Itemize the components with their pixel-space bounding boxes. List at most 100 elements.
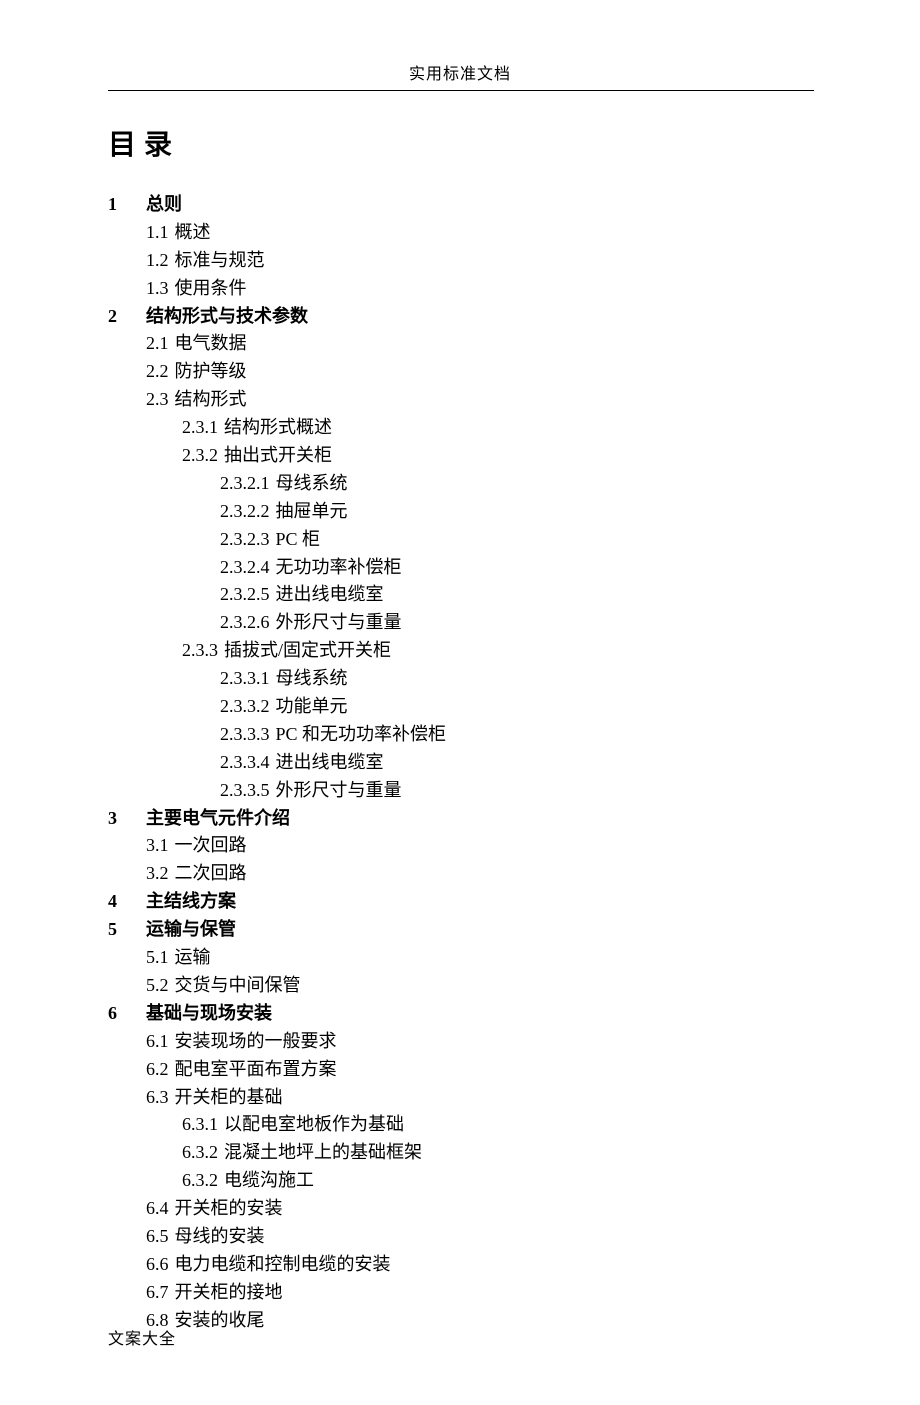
toc-text: 外形尺寸与重量 [276,612,402,632]
toc-entry: 6.3开关柜的基础 [146,1084,812,1112]
toc-text: PC 柜 [276,529,321,549]
toc-text: 标准与规范 [175,250,265,270]
toc-number: 3.2 [146,860,169,888]
toc-text: 开关柜的安装 [175,1198,283,1218]
toc-text: 抽出式开关柜 [224,445,332,465]
toc-number: 1.3 [146,275,169,303]
toc-entry: 2.3.2.4 无功功率补偿柜 [220,554,812,582]
toc-number: 2 [108,303,136,331]
toc-entry: 6 基础与现场安装 [108,1000,812,1028]
toc-number: 2.1 [146,330,169,358]
toc-number: 2.3.2.3 [220,526,270,554]
toc-entry: 6.2配电室平面布置方案 [146,1056,812,1084]
toc-entry: 6.5 母线的安装 [146,1223,812,1251]
toc-number: 6.3.2 [182,1139,218,1167]
toc-number: 6.3.1 [182,1111,218,1139]
toc-entry: 2.3.3.3PC 和无功功率补偿柜 [220,721,812,749]
toc-text: 基础与现场安装 [146,1003,272,1023]
toc-entry: 1 总则 [108,191,812,219]
toc-entry: 5运输与保管 [108,916,812,944]
toc-entry: 2.3.2抽出式开关柜 [182,442,812,470]
toc-text: 进出线电缆室 [276,584,384,604]
toc-text: 运输 [175,947,211,967]
toc-text: 结构形式与技术参数 [146,306,308,326]
toc-number: 3 [108,805,136,833]
toc-text: 总则 [146,194,182,214]
toc-text: 防护等级 [175,361,247,381]
toc-entry: 3主要电气元件介绍 [108,805,812,833]
content-area: 目录 1总则1.1概述1.2标准与规范1.3使用条件2结构形式与技术参数2.1电… [0,91,920,1335]
toc-entry: 2.3.3.1母线系统 [220,665,812,693]
toc-text: 使用条件 [175,278,247,298]
toc-entry: 2.3 结构形式 [146,386,812,414]
toc-text: 结构形式概述 [224,417,332,437]
toc-number: 2.2 [146,358,169,386]
toc-text: 抽屉单元 [276,501,348,521]
toc-text: 安装现场的一般要求 [175,1031,337,1051]
toc-text: 插拔式/固定式开关柜 [224,640,391,660]
toc-number: 1 [108,191,136,219]
page-header: 实用标准文档 [0,60,920,90]
toc-entry: 2.3.2.2 抽屉单元 [220,498,812,526]
toc-entry: 2.1 电气数据 [146,330,812,358]
toc-number: 2.3.2.6 [220,609,270,637]
toc-text: 运输与保管 [146,919,236,939]
toc-entry: 6.8安装的收尾 [146,1307,812,1335]
toc-entry: 2.2 防护等级 [146,358,812,386]
toc-text: 开关柜的接地 [175,1282,283,1302]
toc-entry: 2.3.3插拔式/固定式开关柜 [182,637,812,665]
toc-number: 2.3.2.2 [220,498,270,526]
toc-entry: 6.3.2 电缆沟施工 [182,1167,812,1195]
toc-number: 4 [108,888,136,916]
toc-text: 结构形式 [175,389,247,409]
toc-entry: 2.3.3.2 功能单元 [220,693,812,721]
toc-number: 2.3 [146,386,169,414]
toc-entry: 2.3.2.5 进出线电缆室 [220,581,812,609]
toc-entry: 6.7 开关柜的接地 [146,1279,812,1307]
toc-number: 1.2 [146,247,169,275]
toc-entry: 2.3.2.1母线系统 [220,470,812,498]
toc-text: 母线的安装 [175,1226,265,1246]
toc-entry: 2.3.1结构形式概述 [182,414,812,442]
toc-text: 外形尺寸与重量 [276,780,402,800]
toc-number: 6.6 [146,1251,169,1279]
toc-text: 安装的收尾 [175,1310,265,1330]
toc-text: 电缆沟施工 [224,1170,314,1190]
toc-entry: 2.3.3.5外形尺寸与重量 [220,777,812,805]
toc-number: 6.3.2 [182,1167,218,1195]
toc-text: 配电室平面布置方案 [175,1059,337,1079]
page: 实用标准文档 目录 1总则1.1概述1.2标准与规范1.3使用条件2结构形式与技… [0,0,920,1405]
toc-text: 功能单元 [276,696,348,716]
toc-text: 混凝土地坪上的基础框架 [224,1142,422,1162]
toc-number: 2.3.2.5 [220,581,270,609]
toc-text: 电气数据 [175,333,247,353]
toc-text: 以配电室地板作为基础 [224,1114,404,1134]
toc-number: 6.4 [146,1195,169,1223]
toc-entry: 5.2交货与中间保管 [146,972,812,1000]
toc-text: 概述 [175,222,211,242]
toc-text: 母线系统 [276,668,348,688]
toc-number: 3.1 [146,832,169,860]
toc-number: 2.3.2.4 [220,554,270,582]
toc-number: 5.1 [146,944,169,972]
toc-text: 电力电缆和控制电缆的安装 [175,1254,391,1274]
toc-text: 进出线电缆室 [276,752,384,772]
page-footer: 文案大全 [108,1325,176,1349]
toc-number: 6 [108,1000,136,1028]
toc-entry: 2.3.2.6 外形尺寸与重量 [220,609,812,637]
toc-entry: 2.3.3.4进出线电缆室 [220,749,812,777]
toc-entry: 3.2 二次回路 [146,860,812,888]
toc-text: 开关柜的基础 [175,1087,283,1107]
toc-number: 2.3.2.1 [220,470,270,498]
toc-number: 5.2 [146,972,169,1000]
toc-number: 6.7 [146,1279,169,1307]
toc-text: 无功功率补偿柜 [276,557,402,577]
toc-text: 二次回路 [175,863,247,883]
toc-number: 6.5 [146,1223,169,1251]
toc-entry: 2 结构形式与技术参数 [108,303,812,331]
toc-entry: 6.3.2 混凝土地坪上的基础框架 [182,1139,812,1167]
toc-number: 2.3.3.2 [220,693,270,721]
toc-entry: 6.3.1 以配电室地板作为基础 [182,1111,812,1139]
toc-entry: 1.3 使用条件 [146,275,812,303]
toc-text: 一次回路 [175,835,247,855]
